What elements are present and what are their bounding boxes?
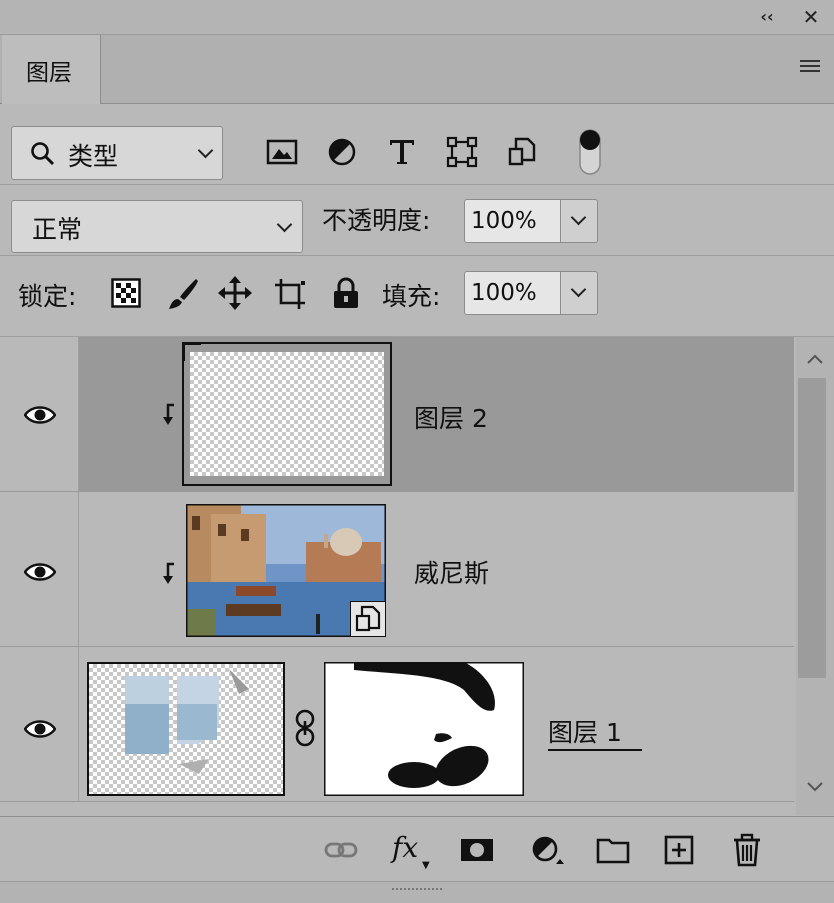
chevron-down-icon (276, 216, 293, 233)
delete-layer-icon[interactable] (730, 833, 764, 867)
add-mask-icon[interactable] (460, 833, 494, 867)
image-filter-icon[interactable] (266, 136, 298, 168)
layers-panel: ‹‹ ✕ 图层 类型 正常 不透明度: 100% 锁定: 填充: 100% 图层… (0, 0, 834, 903)
eye-icon[interactable] (24, 405, 56, 425)
lock-position-icon[interactable] (218, 276, 252, 310)
fill-label: 填充: (382, 282, 441, 311)
grip-dots (392, 888, 442, 896)
blend-mode-select[interactable]: 正常 (11, 200, 303, 253)
layer-thumbnail (190, 352, 384, 476)
new-group-icon[interactable] (596, 833, 630, 867)
layer-name[interactable]: 图层 1 (548, 713, 642, 751)
fx-icon[interactable]: fx ▼ (392, 831, 430, 872)
collapse-panel-icon[interactable]: ‹‹ (756, 6, 778, 28)
visibility-cell (0, 647, 79, 801)
link-layers-icon[interactable] (324, 833, 358, 867)
resize-grip[interactable] (0, 881, 834, 903)
visibility-cell (0, 492, 79, 646)
layer-thumbnail (87, 662, 285, 796)
clipping-arrow-icon (163, 403, 174, 425)
fill-input[interactable]: 100% (464, 271, 561, 315)
opacity-label: 不透明度: (322, 206, 431, 235)
lock-artboard-icon[interactable] (272, 276, 308, 312)
lock-label: 锁定: (18, 282, 77, 311)
new-layer-icon[interactable] (662, 833, 696, 867)
filter-kind-label: 类型 (68, 142, 119, 171)
mask-link-icon[interactable] (294, 709, 316, 747)
blend-row: 正常 不透明度: 100% (0, 185, 834, 256)
lock-image-icon[interactable] (166, 277, 200, 311)
scroll-up-icon[interactable] (806, 353, 824, 365)
tab-layers-label: 图层 (26, 60, 72, 86)
lock-all-icon[interactable] (332, 276, 360, 310)
smart-object-badge-icon (350, 601, 386, 637)
smart-object-filter-icon[interactable] (506, 136, 538, 168)
layers-footer-toolbar: fx ▼ (0, 816, 834, 881)
layer-row[interactable]: 图层 2 (0, 337, 794, 492)
chevron-down-icon (570, 209, 587, 226)
layer-mask-thumbnail[interactable] (324, 662, 524, 796)
layer-thumbnail-frame (182, 342, 392, 486)
layer-name[interactable]: 威尼斯 (414, 554, 489, 590)
clipping-arrow-icon (163, 562, 174, 584)
type-filter-icon[interactable] (386, 136, 418, 168)
eye-icon[interactable] (24, 719, 56, 739)
selection-corner (182, 342, 201, 361)
fill-dropdown-button[interactable] (561, 271, 598, 315)
fx-label: fx (392, 831, 419, 864)
lock-transparent-icon[interactable] (111, 278, 141, 308)
layers-list: 图层 2 威尼斯 图层 1 (0, 337, 834, 815)
opacity-dropdown-button[interactable] (561, 199, 598, 243)
panel-titlebar: ‹‹ ✕ (0, 0, 834, 35)
adjustment-filter-icon[interactable] (326, 136, 358, 168)
visibility-cell (0, 337, 79, 491)
blend-mode-label: 正常 (32, 215, 83, 244)
layer-name[interactable]: 图层 2 (414, 399, 488, 435)
scroll-down-icon[interactable] (806, 781, 824, 793)
panel-tabstrip: 图层 (0, 35, 834, 104)
chevron-down-icon (197, 142, 214, 159)
filter-kind-select[interactable]: 类型 (11, 126, 223, 180)
scroll-thumb[interactable] (798, 378, 826, 678)
layer-row[interactable]: 威尼斯 (0, 492, 794, 647)
layer-row[interactable]: 图层 1 (0, 647, 794, 802)
opacity-input[interactable]: 100% (464, 199, 561, 243)
panel-menu-icon[interactable] (800, 60, 820, 74)
filter-row: 类型 (0, 104, 834, 185)
tab-layers[interactable]: 图层 (2, 35, 101, 104)
lock-row: 锁定: 填充: 100% (0, 256, 834, 337)
eye-icon[interactable] (24, 562, 56, 582)
chevron-down-icon (570, 281, 587, 298)
filter-toggle-icon[interactable] (578, 128, 602, 176)
shape-filter-icon[interactable] (446, 136, 478, 168)
search-icon (31, 142, 55, 166)
adjustment-layer-icon[interactable] (530, 833, 564, 867)
close-panel-icon[interactable]: ✕ (800, 6, 822, 28)
